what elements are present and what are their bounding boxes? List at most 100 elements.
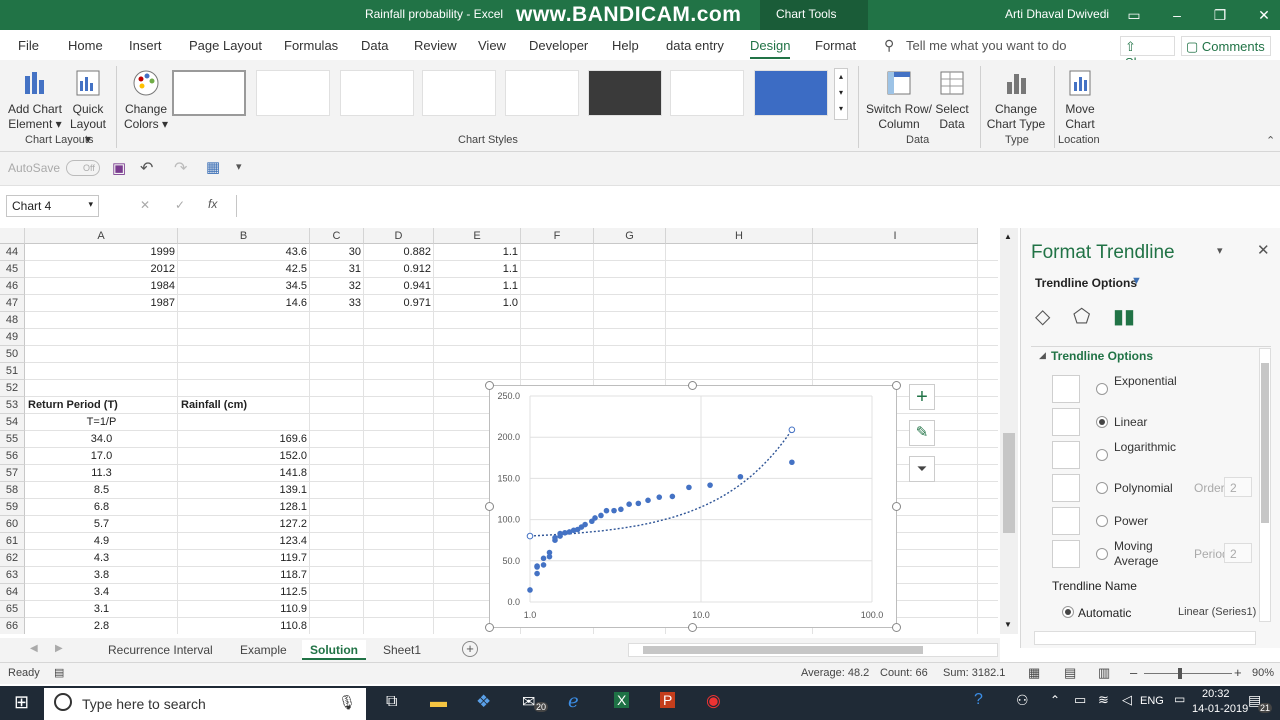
tell-me-input[interactable]: Tell me what you want to do [906,38,1066,53]
customize-qat-icon[interactable]: ▾ [236,160,242,173]
add-sheet-icon[interactable]: + [462,641,478,657]
ribbon-display-icon[interactable]: ▭ [1122,4,1146,26]
cell-D46[interactable]: 0.941 [364,278,434,295]
chart-styles-brush-icon[interactable]: ✎ [909,420,935,446]
row-header[interactable]: 58 [0,482,25,499]
row-header[interactable]: 44 [0,244,25,261]
column-header-D[interactable]: D [364,228,434,244]
chart-style-8[interactable] [754,70,828,116]
pane-scrollbar[interactable] [1259,348,1271,622]
tab-data[interactable]: Data [361,38,388,53]
column-header-C[interactable]: C [310,228,364,244]
cell-A64[interactable]: 3.4 [25,584,178,601]
zoom-in-icon[interactable]: + [1234,665,1242,680]
resize-handle[interactable] [892,381,901,390]
sheet-tab-recurrence-interval[interactable]: Recurrence Interval [100,640,221,660]
column-header-F[interactable]: F [521,228,594,244]
insert-function-icon[interactable]: fx [208,197,217,211]
tray-expand-icon[interactable]: ⌃ [1050,693,1060,707]
pane-hscrollbar[interactable] [1034,631,1256,645]
section-dropdown-icon[interactable]: ▼ [1131,275,1142,287]
tab-formulas[interactable]: Formulas [284,38,338,53]
cell-B55[interactable]: 169.6 [178,431,310,448]
cell-A55[interactable]: 34.0 [25,431,178,448]
cell-C45[interactable]: 31 [310,261,364,278]
cell-A45[interactable]: 2012 [25,261,178,278]
cell-B47[interactable]: 14.6 [178,295,310,312]
chart-style-1[interactable] [172,70,246,116]
prev-sheet-icon[interactable]: ◀ [30,643,38,654]
page-break-view-icon[interactable]: ▥ [1098,665,1110,681]
cell-E46[interactable]: 1.1 [434,278,521,295]
autosave-toggle[interactable]: Off [66,160,100,176]
resize-handle[interactable] [688,381,697,390]
undo-icon[interactable]: ↶ [140,158,153,178]
volume-icon[interactable]: ◁ [1122,692,1132,708]
resize-handle[interactable] [485,623,494,632]
chart-style-2[interactable] [256,70,330,116]
styles-scroll[interactable]: ▴ ▾ ▾ [834,68,848,120]
user-name[interactable]: Arti Dhaval Dwivedi [1005,7,1109,21]
cell-A60[interactable]: 5.7 [25,516,178,533]
chart[interactable]: 0.0 50.0 100.0 150.0 200.0 250.0 1.0 10.0 100.0 [489,385,897,628]
cell-B53[interactable]: Rainfall (cm) [178,397,310,414]
option-radio[interactable] [1096,383,1108,395]
column-header-G[interactable]: G [594,228,666,244]
pane-options-icon[interactable]: ▾ [1217,244,1223,257]
row-header[interactable]: 55 [0,431,25,448]
column-header-B[interactable]: B [178,228,310,244]
tab-page-layout[interactable]: Page Layout [189,38,262,53]
automatic-radio[interactable] [1062,606,1074,618]
clock-time[interactable]: 20:32 [1202,688,1230,700]
option-radio[interactable] [1096,482,1108,494]
trendline-option-exponential[interactable]: Exponential [1052,374,1252,405]
help-icon[interactable]: ? [974,691,983,709]
edge-browser-icon[interactable]: ℯ [568,691,579,712]
cell-A61[interactable]: 4.9 [25,533,178,550]
cell-B61[interactable]: 123.4 [178,533,310,550]
mail-icon[interactable]: ✉ [522,692,535,712]
scroll-thumb[interactable] [1003,433,1015,533]
cell-E44[interactable]: 1.1 [434,244,521,261]
windows-start-icon[interactable]: ⊞ [14,692,29,713]
share-button[interactable]: ⇧ Share [1120,36,1175,70]
cell-A46[interactable]: 1984 [25,278,178,295]
row-header[interactable]: 53 [0,397,25,414]
tab-file[interactable]: File [18,38,39,53]
move-chart-button[interactable]: Move Chart [1060,64,1100,132]
row-header[interactable]: 62 [0,550,25,567]
row-header[interactable]: 52 [0,380,25,397]
cell-B65[interactable]: 110.9 [178,601,310,618]
scroll-up-icon[interactable]: ▲ [1004,232,1012,241]
chart-style-4[interactable] [422,70,496,116]
zoom-slider-thumb[interactable] [1178,668,1182,679]
bandicam-record-icon[interactable]: ◉ [706,691,721,711]
table-icon[interactable]: ▦ [206,158,220,176]
pane-close-icon[interactable]: ✕ [1257,241,1270,259]
row-header[interactable]: 59 [0,499,25,516]
row-header[interactable]: 54 [0,414,25,431]
resize-handle[interactable] [485,502,494,511]
cell-E47[interactable]: 1.0 [434,295,521,312]
trendline-options-icon[interactable]: ▮▮ [1113,304,1135,329]
tab-home[interactable]: Home [68,38,103,53]
column-header-I[interactable]: I [813,228,978,244]
cell-B57[interactable]: 141.8 [178,465,310,482]
cell-D44[interactable]: 0.882 [364,244,434,261]
resize-handle[interactable] [688,623,697,632]
resize-handle[interactable] [485,381,494,390]
tab-insert[interactable]: Insert [129,38,162,53]
wifi-icon[interactable]: ≋ [1098,692,1109,708]
select-all-corner[interactable] [0,228,25,244]
pane-section-title[interactable]: Trendline Options [1035,276,1137,290]
add-chart-element-button[interactable]: Add Chart Element ▾ [6,64,64,132]
chart-style-3[interactable] [340,70,414,116]
pane-scroll-thumb[interactable] [1261,363,1269,523]
cell-B64[interactable]: 112.5 [178,584,310,601]
cell-B60[interactable]: 127.2 [178,516,310,533]
chart-elements-plus-icon[interactable]: + [909,384,935,410]
keyboard-icon[interactable]: ▭ [1174,692,1185,706]
cell-B62[interactable]: 119.7 [178,550,310,567]
tab-design[interactable]: Design [750,38,791,59]
row-header[interactable]: 45 [0,261,25,278]
